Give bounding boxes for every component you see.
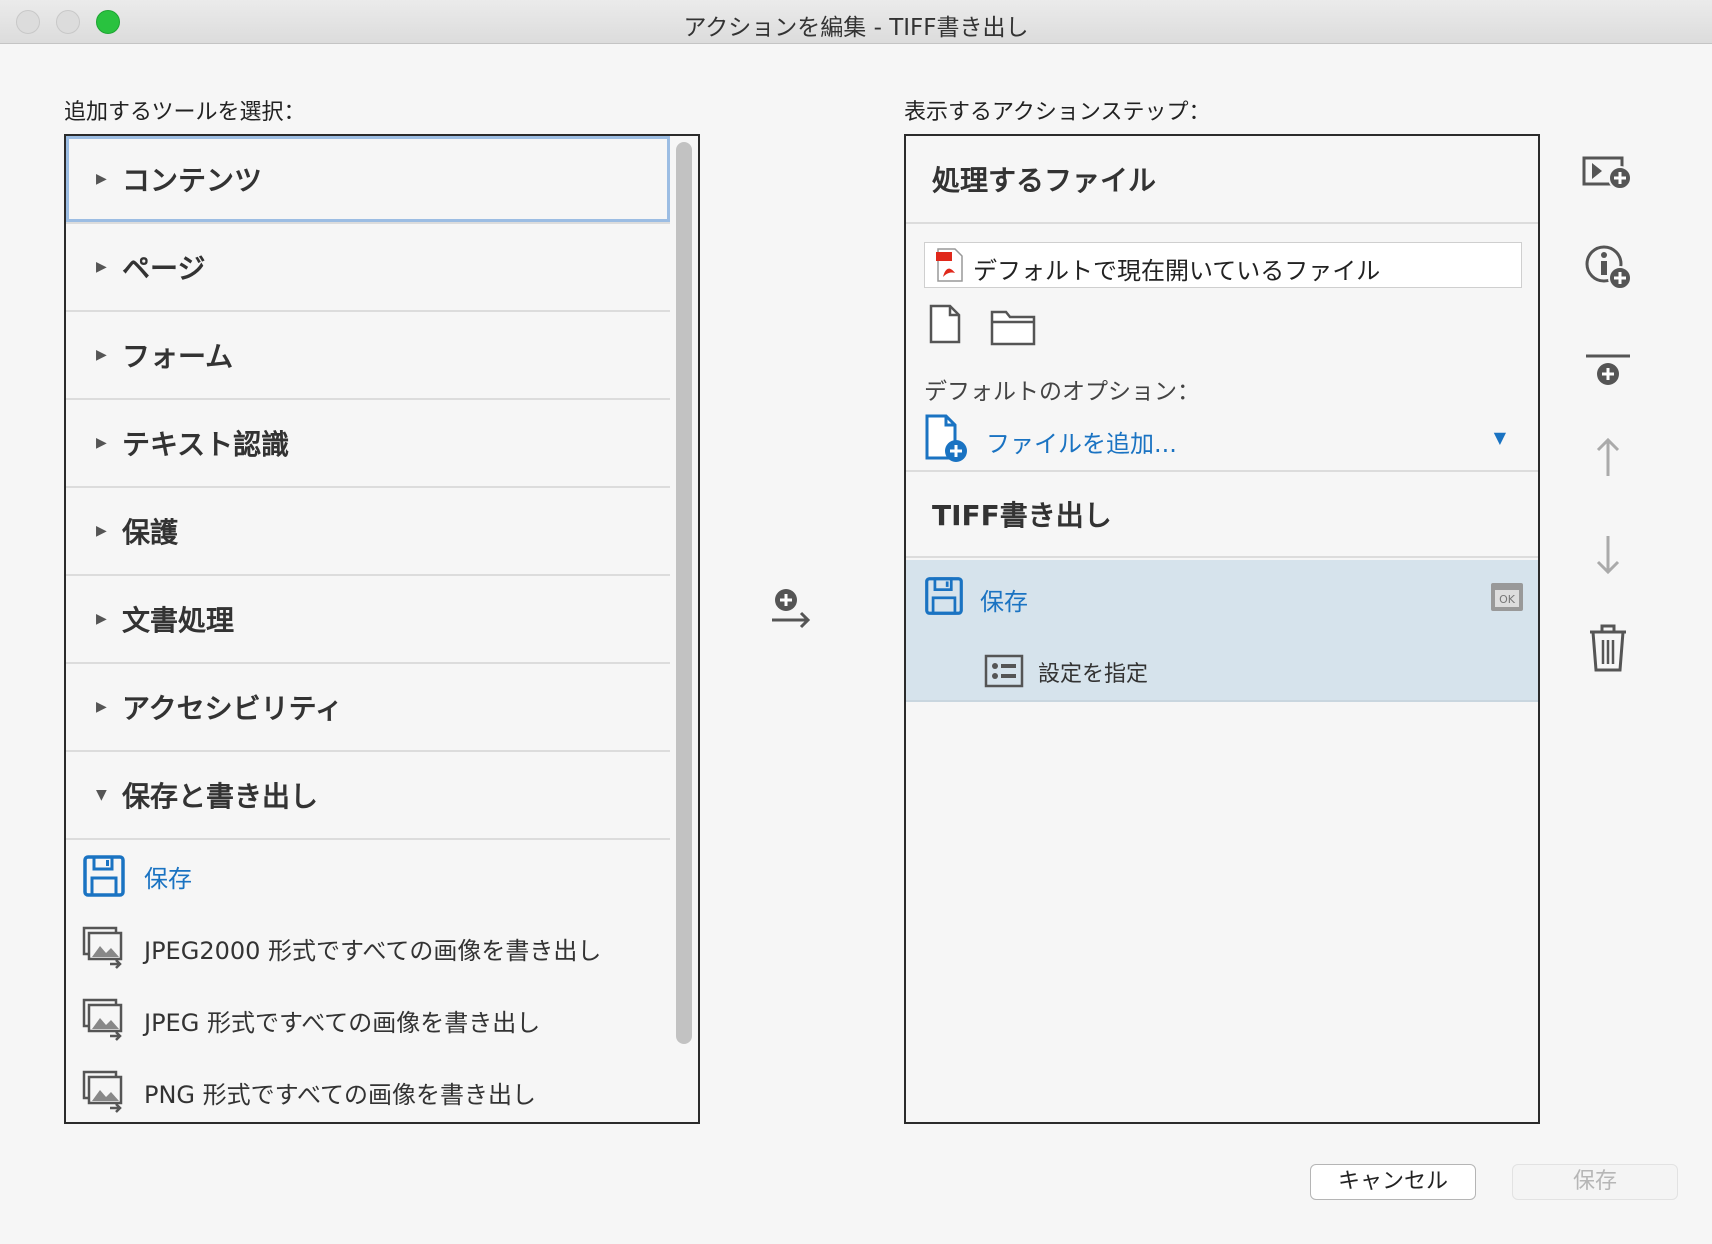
files-heading: 処理するファイル (906, 136, 1538, 224)
chevron-down-icon: ▼ (1493, 428, 1506, 447)
prompt-user-ok-icon[interactable]: OK (1490, 582, 1524, 612)
category-label: フォーム (122, 340, 234, 373)
category-text-recognition[interactable]: ▶ テキスト認識 (66, 400, 670, 488)
pdf-file-icon (936, 248, 963, 282)
folder-icon[interactable] (990, 308, 1036, 346)
step-settings-label: 設定を指定 (1038, 662, 1149, 687)
add-file-dropdown[interactable]: ファイルを追加... ▼ (924, 414, 1522, 468)
category-label: コンテンツ (122, 164, 263, 197)
export-images-icon (82, 926, 123, 969)
category-protect[interactable]: ▶ 保護 (66, 488, 670, 576)
triangle-right-icon: ▶ (96, 347, 107, 363)
triangle-right-icon: ▶ (96, 171, 107, 187)
category-label: アクセシビリティ (122, 692, 343, 725)
action-steps-panel: 処理するファイル デフォルトで現在開いているファイル デフォルトのオプション： (904, 134, 1540, 1124)
add-divider-icon[interactable] (1578, 344, 1638, 404)
specify-settings-icon (984, 654, 1024, 688)
category-content[interactable]: ▶ コンテンツ (66, 136, 670, 224)
add-instruction-icon[interactable] (1578, 148, 1638, 208)
delete-trash-icon[interactable] (1578, 618, 1638, 678)
category-document-processing[interactable]: ▶ 文書処理 (66, 576, 670, 664)
window-title: アクションを編集 - TIFF書き出し (683, 15, 1029, 41)
tool-item-export-jpeg[interactable]: JPEG 形式ですべての画像を書き出し (66, 984, 670, 1056)
category-label: 保護 (122, 516, 179, 549)
category-label: 保存と書き出し (122, 780, 319, 813)
triangle-right-icon: ▶ (96, 435, 107, 451)
save-disk-icon (925, 577, 963, 615)
edit-action-dialog: アクションを編集 - TIFF書き出し 追加するツールを選択： 表示するアクショ… (0, 0, 1712, 1244)
tool-item-export-png[interactable]: PNG 形式ですべての画像を書き出し (66, 1056, 670, 1122)
tool-label: 保存 (144, 864, 192, 893)
export-images-icon (82, 998, 123, 1041)
step-heading: TIFF書き出し (906, 470, 1538, 558)
cancel-button[interactable]: キャンセル (1310, 1164, 1476, 1200)
category-forms[interactable]: ▶ フォーム (66, 312, 670, 400)
tools-section-label: 追加するツールを選択： (64, 100, 306, 125)
default-file-field[interactable]: デフォルトで現在開いているファイル (924, 242, 1522, 288)
add-file-icon (925, 414, 967, 462)
add-file-label: ファイルを追加... (986, 430, 1177, 458)
step-save-label: 保存 (980, 588, 1028, 616)
tool-label: PNG 形式ですべての画像を書き出し (144, 1080, 537, 1109)
move-down-icon[interactable] (1578, 526, 1638, 586)
save-disk-icon (83, 855, 125, 897)
triangle-down-icon: ▼ (96, 787, 107, 803)
tool-label: JPEG 形式ですべての画像を書き出し (144, 1008, 541, 1037)
triangle-right-icon: ▶ (96, 611, 107, 627)
category-label: テキスト認識 (122, 428, 290, 461)
tool-list: ▶ コンテンツ ▶ ページ ▶ フォーム ▶ テキスト認識 ▶ 保護 ▶ 文書処… (66, 136, 670, 1122)
category-save-export[interactable]: ▼ 保存と書き出し (66, 752, 670, 840)
selected-step-save[interactable]: 保存 OK 設定を指定 (906, 560, 1538, 702)
steps-section-label: 表示するアクションステップ： (904, 100, 1211, 125)
default-options-label: デフォルトのオプション： (924, 379, 1200, 405)
add-info-icon[interactable] (1578, 240, 1638, 300)
tool-label: JPEG2000 形式ですべての画像を書き出し (144, 936, 602, 965)
export-images-icon (82, 1070, 123, 1113)
save-button[interactable]: 保存 (1512, 1164, 1678, 1200)
triangle-right-icon: ▶ (96, 699, 107, 715)
move-up-icon[interactable] (1578, 428, 1638, 488)
category-pages[interactable]: ▶ ページ (66, 224, 670, 312)
tool-item-save[interactable]: 保存 (66, 840, 670, 912)
triangle-right-icon: ▶ (96, 259, 107, 275)
triangle-right-icon: ▶ (96, 523, 107, 539)
default-file-text: デフォルトで現在開いているファイル (973, 257, 1381, 285)
tool-list-panel: ▶ コンテンツ ▶ ページ ▶ フォーム ▶ テキスト認識 ▶ 保護 ▶ 文書処… (64, 134, 700, 1124)
category-accessibility[interactable]: ▶ アクセシビリティ (66, 664, 670, 752)
tool-item-export-jpeg2000[interactable]: JPEG2000 形式ですべての画像を書き出し (66, 912, 670, 984)
tool-list-scrollbar[interactable] (676, 142, 692, 1044)
add-to-steps-icon[interactable] (770, 586, 814, 636)
category-label: ページ (122, 252, 206, 285)
document-icon[interactable] (928, 304, 962, 344)
title-bar: アクションを編集 - TIFF書き出し (0, 0, 1712, 44)
category-label: 文書処理 (122, 604, 235, 637)
svg-text:OK: OK (1499, 593, 1516, 606)
